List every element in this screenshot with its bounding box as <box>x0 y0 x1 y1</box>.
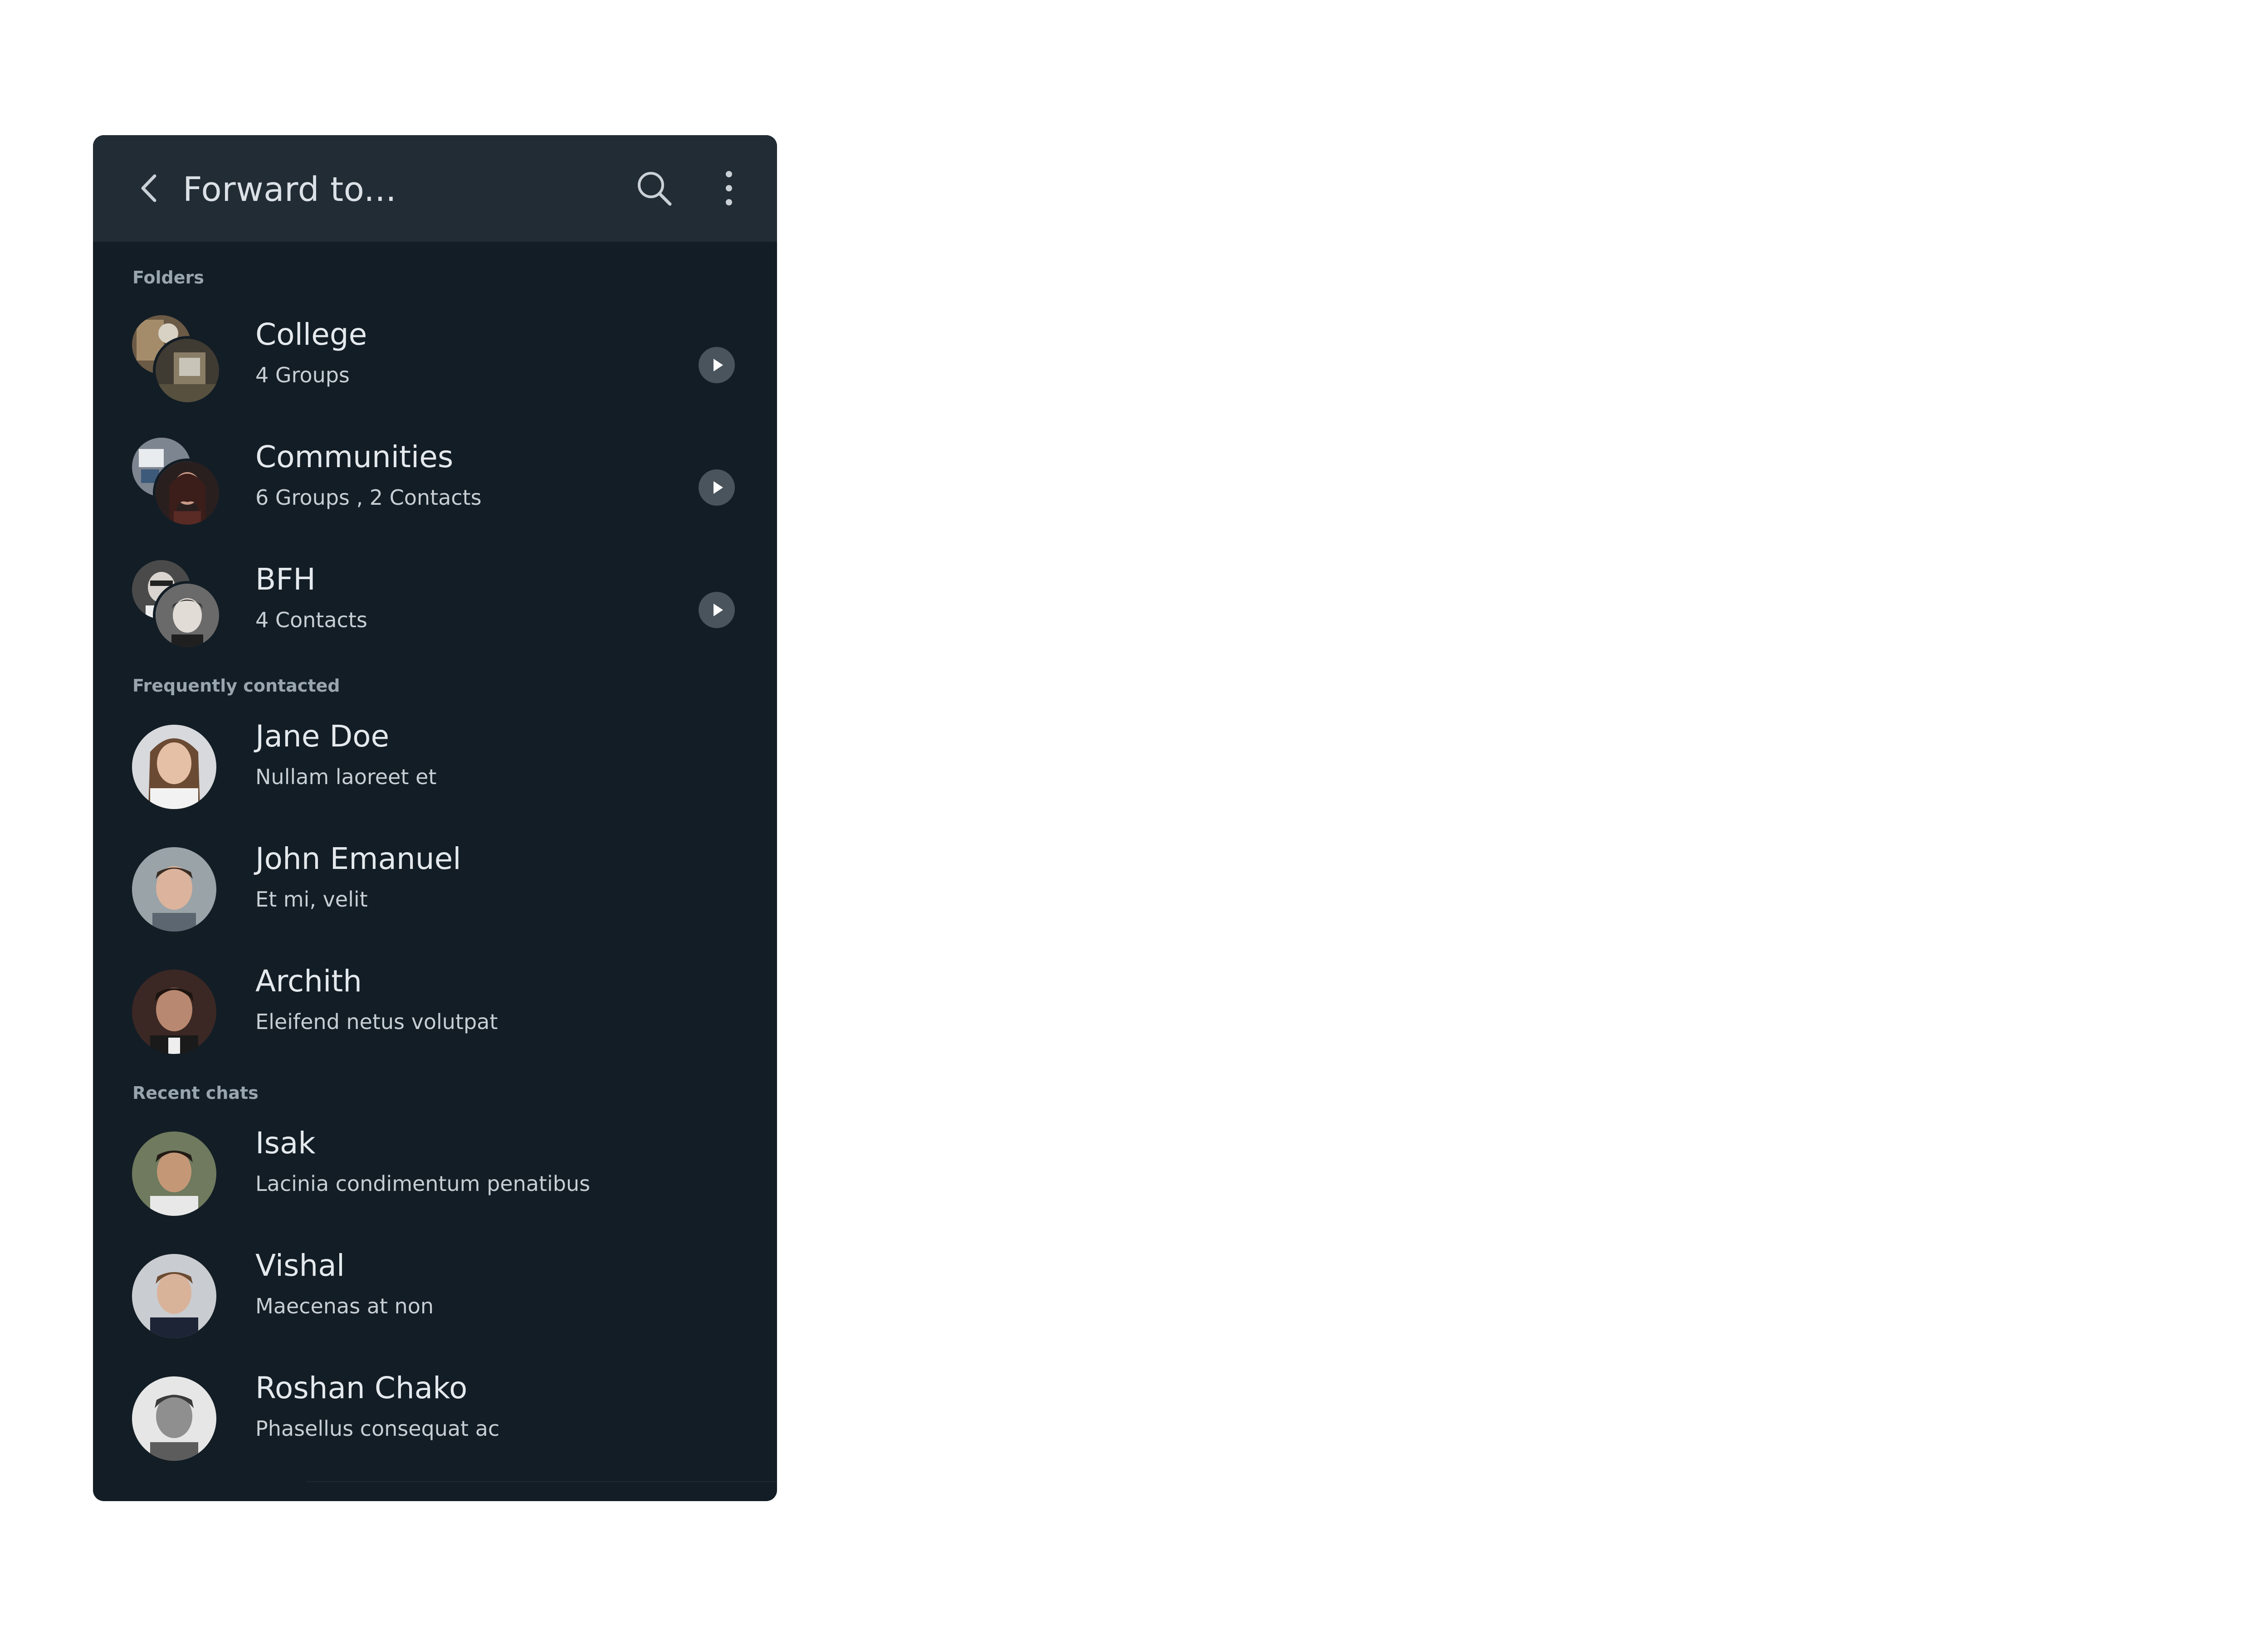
play-chevron-icon <box>714 604 723 616</box>
chat-name: Roshan Chako <box>255 1371 468 1405</box>
contact-name: John Emanuel <box>255 841 461 876</box>
list-divider <box>306 1481 777 1482</box>
folder-subtitle: 6 Groups , 2 Contacts <box>255 485 482 510</box>
contact-name: Jane Doe <box>255 719 390 754</box>
play-chevron-icon <box>714 481 723 494</box>
avatar <box>153 581 222 650</box>
chat-row[interactable]: Roshan Chako Phasellus consequat ac <box>93 1351 777 1473</box>
avatar <box>132 847 216 932</box>
section-label-frequent: Frequently contacted <box>132 676 340 696</box>
section-label-recent: Recent chats <box>132 1083 259 1103</box>
chat-name: Vishal <box>255 1248 345 1283</box>
folder-name: BFH <box>255 562 316 597</box>
contact-row[interactable]: Archith Eleifend netus volutpat <box>93 944 777 1066</box>
search-button[interactable] <box>633 167 676 210</box>
chat-name: Isak <box>255 1126 316 1161</box>
app-bar: Forward to... <box>93 135 777 242</box>
back-button[interactable] <box>128 167 171 210</box>
folder-avatar-stack <box>132 438 222 527</box>
open-folder-button[interactable] <box>699 592 735 628</box>
chat-subtitle: Phasellus consequat ac <box>255 1416 500 1441</box>
chat-row[interactable]: Isak Lacinia condimentum penatibus <box>93 1106 777 1228</box>
folder-row-bfh[interactable]: BFH 4 Contacts <box>93 542 777 664</box>
folder-avatar-stack <box>132 560 222 650</box>
more-vertical-icon <box>726 171 732 205</box>
avatar <box>132 725 216 809</box>
contact-subtitle: Eleifend netus volutpat <box>255 1010 498 1034</box>
folder-name: College <box>255 317 367 352</box>
contact-row[interactable]: John Emanuel Et mi, velit <box>93 821 777 944</box>
folder-row-college[interactable]: College 4 Groups <box>93 297 777 419</box>
contact-name: Archith <box>255 964 362 999</box>
open-folder-button[interactable] <box>699 469 735 506</box>
contact-subtitle: Nullam laoreet et <box>255 765 437 789</box>
folder-subtitle: 4 Contacts <box>255 608 367 632</box>
page-title: Forward to... <box>183 170 397 209</box>
avatar <box>132 1376 216 1461</box>
back-arrow-icon <box>141 174 156 202</box>
avatar <box>153 458 222 527</box>
forward-to-screen: Forward to... Folders College 4 Groups C… <box>93 135 777 1501</box>
open-folder-button[interactable] <box>699 347 735 383</box>
folder-avatar-stack <box>132 315 222 405</box>
chat-row[interactable]: Vishal Maecenas at non <box>93 1228 777 1351</box>
avatar <box>132 1254 216 1338</box>
more-options-button[interactable] <box>708 167 751 210</box>
avatar <box>132 1132 216 1216</box>
search-icon <box>638 172 672 206</box>
chat-subtitle: Lacinia condimentum penatibus <box>255 1171 591 1196</box>
contact-subtitle: Et mi, velit <box>255 887 368 912</box>
contact-row[interactable]: Jane Doe Nullam laoreet et <box>93 699 777 821</box>
section-label-folders: Folders <box>132 268 204 288</box>
play-chevron-icon <box>714 359 723 371</box>
folder-name: Communities <box>255 439 454 474</box>
folder-subtitle: 4 Groups <box>255 363 350 387</box>
folder-row-communities[interactable]: Communities 6 Groups , 2 Contacts <box>93 419 777 542</box>
avatar <box>153 336 222 405</box>
chat-subtitle: Maecenas at non <box>255 1294 434 1318</box>
avatar <box>132 970 216 1054</box>
